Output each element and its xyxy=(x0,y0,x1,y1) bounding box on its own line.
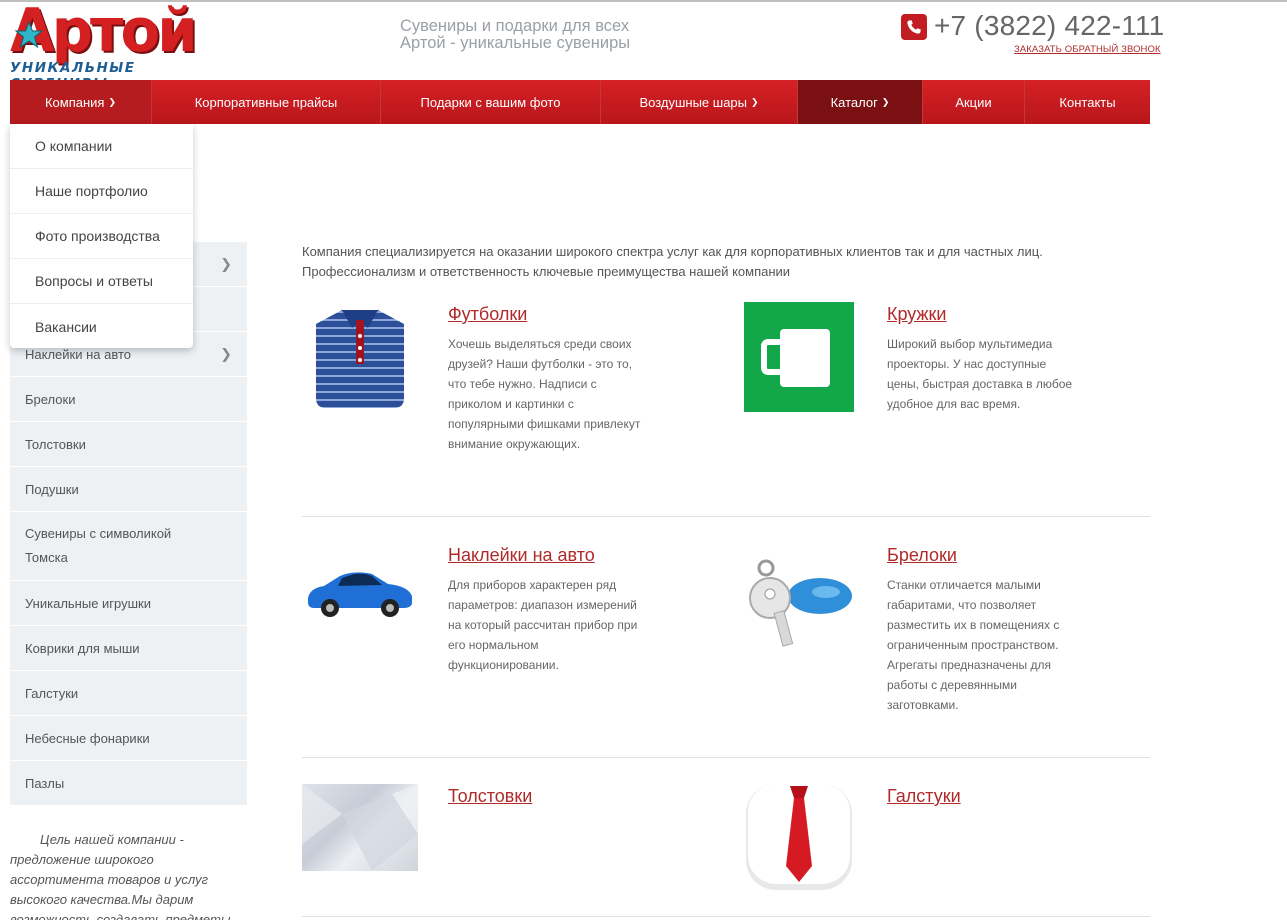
intro-line-1: Компания специализируется на оказании ши… xyxy=(302,244,1043,259)
card-desc-mugs: Широкий выбор мультимедиа проекторы. У н… xyxy=(887,337,1073,411)
nav-item-balloons[interactable]: Воздушные шары ❯ xyxy=(601,80,798,124)
mug-icon[interactable] xyxy=(744,302,854,412)
nav-item-contacts[interactable]: Контакты xyxy=(1025,80,1150,124)
nav-item-catalog[interactable]: Каталог ❯ xyxy=(798,80,923,124)
slogan-line-2: Артой - уникальные сувениры xyxy=(400,34,631,52)
dropdown-item-about[interactable]: О компании xyxy=(10,124,193,169)
intro-line-2: Профессионализм и ответственность ключев… xyxy=(302,264,791,279)
nav-label: Каталог xyxy=(830,94,878,110)
sidebar-item-label: Коврики для мыши xyxy=(25,640,140,656)
nav-item-photo-gifts[interactable]: Подарки с вашим фото xyxy=(381,80,601,124)
card-title-car-stickers[interactable]: Наклейки на авто xyxy=(448,545,595,566)
main-nav: Компания ❯ Корпоративные прайсы Подарки с… xyxy=(10,80,1150,124)
nav-label: Подарки с вашим фото xyxy=(420,94,561,110)
sidebar-item-label: Сувениры с символикой Томска xyxy=(25,526,172,565)
sidebar-item-sky-lanterns[interactable]: Небесные фонарики xyxy=(10,716,247,761)
sidebar-item-tomsk-souvenirs[interactable]: Сувениры с символикой Томска xyxy=(10,512,247,581)
sidebar-about-text: Цель нашей компании - предложение широко… xyxy=(10,832,231,920)
tie-icon[interactable] xyxy=(744,782,854,894)
slogan-line-1: Сувениры и подарки для всех xyxy=(400,17,630,35)
sidebar-item-label: Галстуки xyxy=(25,685,79,701)
nav-item-promotions[interactable]: Акции xyxy=(923,80,1025,124)
sidebar-item-label: Уникальные игрушки xyxy=(25,595,152,611)
sidebar-item-label: Пазлы xyxy=(25,775,65,791)
sidebar-item-label: Небесные фонарики xyxy=(25,730,150,746)
callback-link[interactable]: ЗАКАЗАТЬ ОБРАТНЫЙ ЗВОНОК xyxy=(1014,44,1161,55)
hoodie-image[interactable] xyxy=(302,784,418,871)
phone-icon xyxy=(901,14,927,40)
car-icon[interactable] xyxy=(304,568,416,620)
keychain-icon[interactable] xyxy=(744,558,856,650)
card-title-tshirts[interactable]: Футболки xyxy=(448,304,527,325)
card-desc-keychains: Станки отличается малыми габаритами, что… xyxy=(887,578,1060,712)
nav-label: Контакты xyxy=(1059,94,1116,110)
sidebar-item-hoodies[interactable]: Толстовки xyxy=(10,422,247,467)
header-slogan: Сувениры и подарки для всех Артой - уник… xyxy=(400,18,630,52)
sidebar-item-keychains[interactable]: Брелоки xyxy=(10,377,247,422)
site-logo[interactable]: Артой уникальные сувениры xyxy=(10,0,236,92)
nav-item-company[interactable]: Компания ❯ xyxy=(10,80,152,124)
nav-label: Компания xyxy=(44,94,105,110)
card-title-mugs[interactable]: Кружки xyxy=(887,304,946,325)
nav-item-corporate-prices[interactable]: Корпоративные прайсы xyxy=(152,80,381,124)
sidebar-item-label: Толстовки xyxy=(25,436,86,452)
dropdown-item-production-photos[interactable]: Фото производства xyxy=(10,214,193,259)
phone-number[interactable]: +7 (3822) 422-111 xyxy=(934,10,1164,42)
chevron-down-icon: ❯ xyxy=(881,96,890,107)
tshirt-icon[interactable] xyxy=(312,306,408,412)
intro-text: Компания специализируется на оказании ши… xyxy=(302,242,1152,282)
nav-label: Корпоративные прайсы xyxy=(194,94,338,110)
chevron-down-icon: ❯ xyxy=(108,96,117,107)
dropdown-item-faq[interactable]: Вопросы и ответы xyxy=(10,259,193,304)
nav-label: Воздушные шары xyxy=(639,94,747,110)
sidebar-item-toys[interactable]: Уникальные игрушки xyxy=(10,581,247,626)
divider xyxy=(302,757,1150,758)
chevron-right-icon: ❯ xyxy=(220,255,232,272)
card-title-ties[interactable]: Галстуки xyxy=(887,786,961,807)
nav-label: Акции xyxy=(955,94,992,110)
dropdown-item-vacancies[interactable]: Вакансии xyxy=(10,304,193,349)
chevron-down-icon: ❯ xyxy=(751,96,759,107)
sidebar-item-mousepads[interactable]: Коврики для мыши xyxy=(10,626,247,671)
divider xyxy=(302,916,1150,917)
sidebar-item-ties[interactable]: Галстуки xyxy=(10,671,247,716)
divider xyxy=(302,516,1150,517)
dropdown-item-portfolio[interactable]: Наше портфолио xyxy=(10,169,193,214)
card-desc-car-stickers: Для приборов характерен ряд параметров: … xyxy=(448,578,638,672)
sidebar-item-puzzles[interactable]: Пазлы xyxy=(10,761,247,806)
sidebar-item-label: Подушки xyxy=(25,481,79,497)
star-icon xyxy=(14,20,44,49)
company-dropdown-menu: О компании Наше портфолио Фото производс… xyxy=(10,124,193,348)
card-title-hoodies[interactable]: Толстовки xyxy=(448,786,532,807)
card-desc-tshirts: Хочешь выделяться среди своих друзей? На… xyxy=(448,337,641,451)
sidebar-item-pillows[interactable]: Подушки xyxy=(10,467,247,512)
chevron-right-icon: ❯ xyxy=(220,345,232,362)
card-title-keychains[interactable]: Брелоки xyxy=(887,545,957,566)
sidebar-item-label: Брелоки xyxy=(25,391,76,407)
